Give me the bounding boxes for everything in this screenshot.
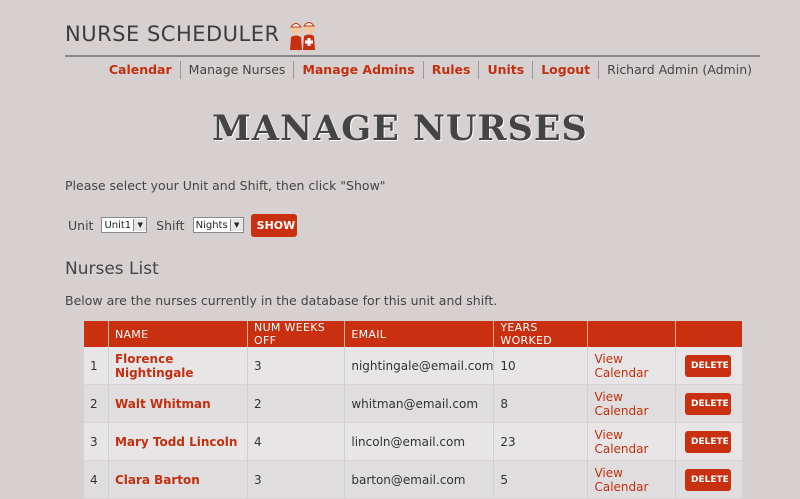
nurses-logo-icon [289, 22, 315, 50]
nurses-table: NAME NUM WEEKS OFF EMAIL YEARS WORKED 1 … [84, 321, 742, 499]
nurse-name-link[interactable]: Florence Nightingale [115, 352, 194, 380]
email-cell: whitman@email.com [344, 384, 494, 423]
page-title: MANAGE NURSES [212, 108, 588, 149]
weeks-off-cell: 3 [247, 460, 345, 499]
years-worked-cell: 8 [493, 384, 588, 423]
weeks-off-cell: 2 [247, 384, 345, 423]
shift-label: Shift [156, 217, 185, 233]
nav-manage-admins[interactable]: Manage Admins [294, 61, 422, 79]
col-header-calendar [587, 321, 676, 347]
main-nav: Calendar Manage Nurses Manage Admins Rul… [101, 60, 760, 80]
delete-button[interactable]: DELETE [685, 392, 732, 415]
col-header-delete [675, 321, 742, 347]
shift-select[interactable]: Nights ▼ [192, 217, 244, 233]
view-calendar-link[interactable]: View Calendar [594, 390, 648, 418]
nurse-name-link[interactable]: Clara Barton [115, 473, 200, 487]
email-cell: barton@email.com [344, 460, 494, 499]
filter-bar: Unit Unit1 ▼ Shift Nights ▼ SHOW [68, 213, 297, 237]
delete-button[interactable]: DELETE [685, 354, 732, 377]
row-number: 1 [84, 347, 109, 385]
brand[interactable]: NURSE SCHEDULER [65, 19, 320, 50]
row-number: 4 [84, 460, 109, 499]
nav-rules[interactable]: Rules [424, 61, 479, 79]
years-worked-cell: 10 [493, 347, 588, 385]
table-row: 4 Clara Barton 3 barton@email.com 5 View… [84, 460, 742, 499]
nurse-name-link[interactable]: Walt Whitman [115, 397, 211, 411]
table-row: 3 Mary Todd Lincoln 4 lincoln@email.com … [84, 422, 742, 461]
table-row: 2 Walt Whitman 2 whitman@email.com 8 Vie… [84, 384, 742, 423]
instructions-text: Please select your Unit and Shift, then … [65, 178, 386, 193]
table-header-row: NAME NUM WEEKS OFF EMAIL YEARS WORKED [84, 321, 742, 347]
weeks-off-cell: 4 [247, 422, 345, 461]
view-calendar-link[interactable]: View Calendar [594, 352, 648, 380]
nurse-name-link[interactable]: Mary Todd Lincoln [115, 435, 237, 449]
view-calendar-link[interactable]: View Calendar [594, 466, 648, 494]
unit-select[interactable]: Unit1 ▼ [101, 217, 148, 233]
nav-manage-nurses[interactable]: Manage Nurses [181, 61, 294, 79]
dropdown-arrow-icon[interactable]: ▼ [133, 219, 147, 231]
nav-units[interactable]: Units [479, 61, 532, 79]
col-header-name[interactable]: NAME [107, 321, 248, 347]
nav-logout[interactable]: Logout [533, 61, 598, 79]
show-button[interactable]: SHOW [250, 213, 297, 237]
dropdown-arrow-icon[interactable]: ▼ [229, 219, 243, 231]
nurses-list-heading: Nurses List [65, 259, 159, 279]
delete-button[interactable]: DELETE [685, 468, 732, 491]
shift-select-value: Nights [195, 219, 228, 231]
delete-button[interactable]: DELETE [685, 430, 732, 453]
col-header-index [84, 321, 109, 347]
col-header-weeks-off[interactable]: NUM WEEKS OFF [247, 321, 345, 347]
row-number: 3 [84, 422, 109, 461]
app-title: NURSE SCHEDULER [65, 22, 280, 46]
years-worked-cell: 23 [493, 422, 588, 461]
col-header-years-worked[interactable]: YEARS WORKED [493, 321, 588, 347]
nav-calendar[interactable]: Calendar [101, 61, 180, 79]
header-divider [65, 55, 760, 57]
email-cell: nightingale@email.com [344, 347, 494, 385]
weeks-off-cell: 3 [247, 347, 345, 385]
years-worked-cell: 5 [493, 460, 588, 499]
email-cell: lincoln@email.com [344, 422, 494, 461]
table-row: 1 Florence Nightingale 3 nightingale@ema… [84, 347, 742, 385]
col-header-email[interactable]: EMAIL [344, 321, 494, 347]
unit-label: Unit [68, 217, 94, 233]
row-number: 2 [84, 384, 109, 423]
current-user: Richard Admin (Admin) [607, 62, 752, 77]
unit-select-value: Unit1 [104, 219, 132, 231]
view-calendar-link[interactable]: View Calendar [594, 428, 648, 456]
nurses-list-description: Below are the nurses currently in the da… [65, 293, 498, 308]
